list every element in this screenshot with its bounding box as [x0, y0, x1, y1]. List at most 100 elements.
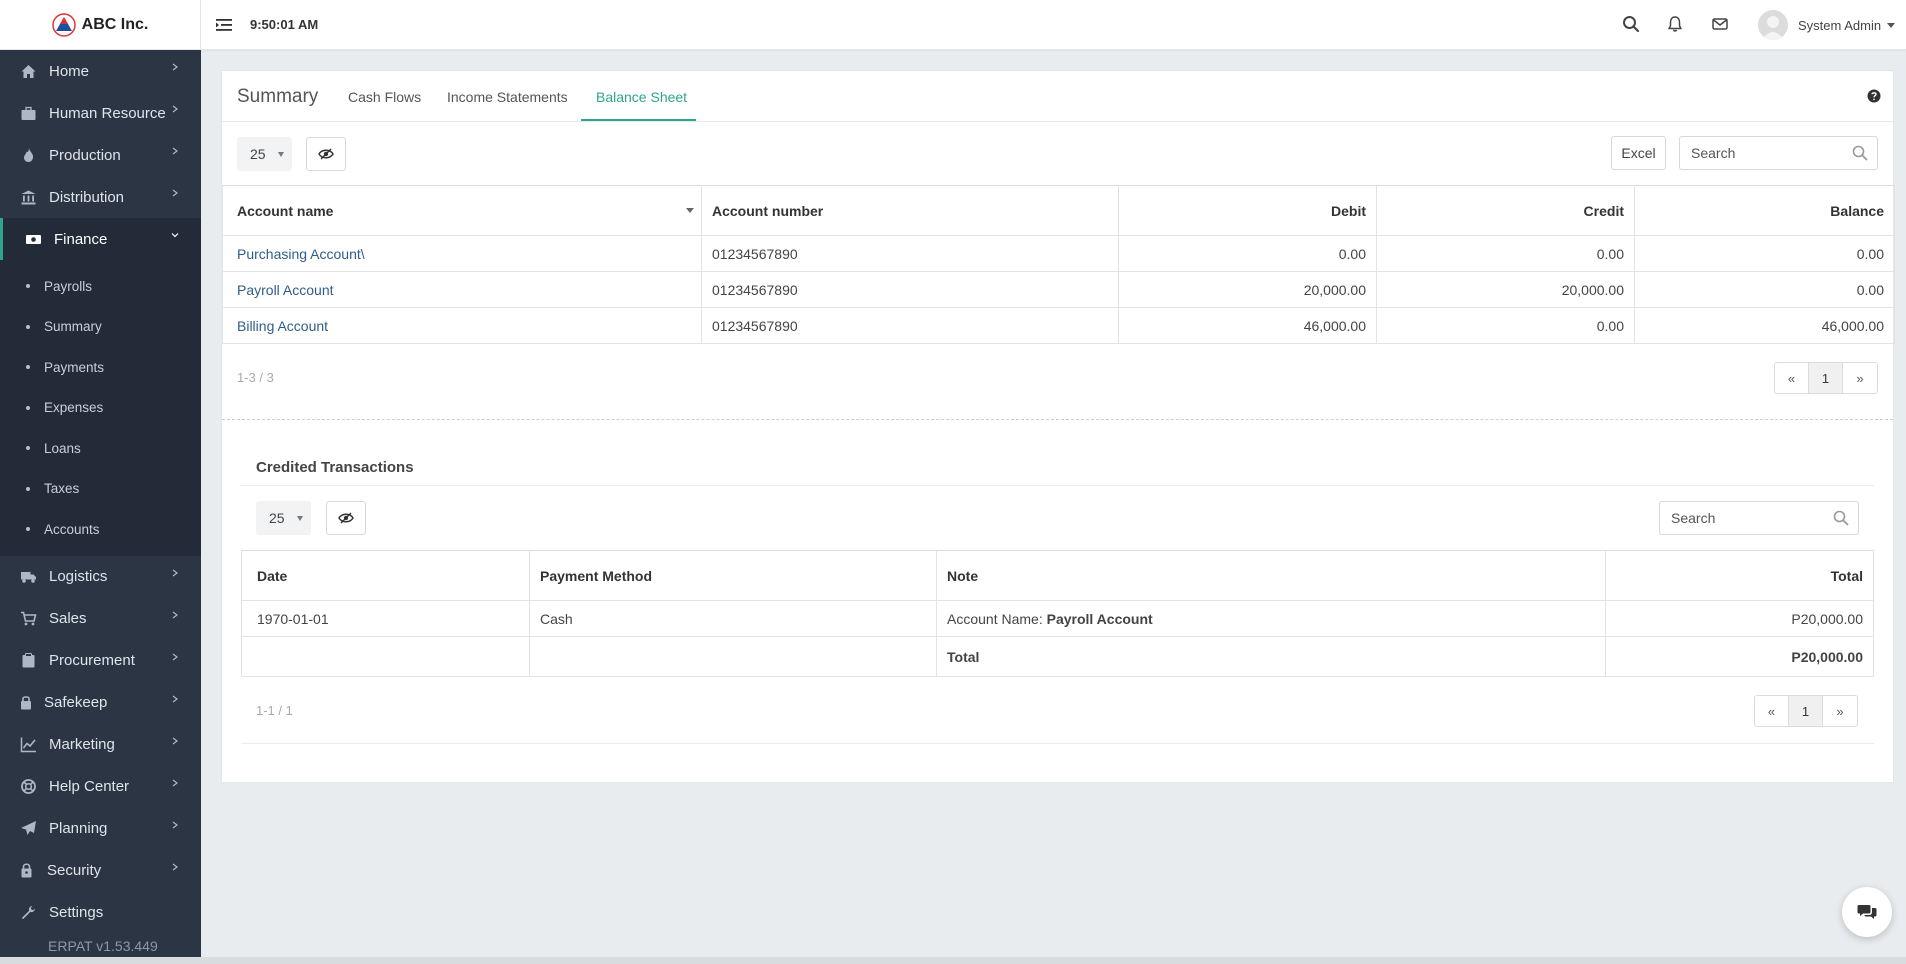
tab-bar: Summary Cash Flows Income Statements Bal… — [222, 71, 1893, 122]
sidebar-item-label: Home — [49, 62, 90, 80]
envelope-icon[interactable] — [1711, 15, 1729, 33]
active-tab-indicator — [581, 119, 696, 121]
debit-cell: 20,000.00 — [1118, 271, 1377, 308]
note-account-name: Payroll Account — [1046, 610, 1153, 627]
column-header-payment-method[interactable]: Payment Method — [529, 550, 937, 601]
column-header-note[interactable]: Note — [936, 550, 1606, 601]
excel-export-button[interactable]: Excel — [1611, 136, 1666, 170]
search-icon — [1852, 145, 1868, 161]
tab-balance-sheet[interactable]: Balance Sheet — [596, 89, 687, 105]
credit-cell: 20,000.00 — [1376, 271, 1635, 308]
chevron-right-icon — [172, 653, 178, 660]
submenu-item-accounts[interactable]: Accounts — [0, 509, 201, 550]
tab-income-statements[interactable]: Income Statements — [447, 89, 568, 105]
table-info: 1-1 / 1 — [256, 703, 293, 718]
pager-prev-button[interactable]: « — [1755, 696, 1789, 726]
submenu-item-label: Loans — [44, 440, 81, 456]
search-icon[interactable] — [1622, 15, 1640, 33]
sidebar-item-label: Sales — [49, 610, 87, 627]
sidebar-item-security[interactable]: Security — [0, 850, 201, 892]
submenu-item-expenses[interactable]: Expenses — [0, 388, 201, 429]
pager-page-button[interactable]: 1 — [1809, 363, 1843, 393]
column-header-balance[interactable]: Balance — [1634, 185, 1895, 236]
question-circle-icon[interactable] — [1867, 89, 1881, 103]
bell-icon[interactable] — [1666, 15, 1684, 33]
submenu-item-label: Expenses — [44, 400, 104, 416]
sidebar-item-finance[interactable]: Finance — [0, 218, 201, 260]
balance-search-input[interactable] — [1691, 145, 1841, 161]
sidebar-item-marketing[interactable]: Marketing — [0, 724, 201, 766]
column-header-account-number[interactable]: Account number — [701, 185, 1119, 236]
column-header-total[interactable]: Total — [1605, 550, 1874, 601]
submenu-item-payments[interactable]: Payments — [0, 347, 201, 388]
table-header-row: Date Payment Method Note Total — [241, 550, 1874, 601]
sidebar-item-distribution[interactable]: Distribution — [0, 176, 201, 218]
sidebar-item-label: Security — [47, 862, 102, 879]
user-silhouette-icon — [1762, 16, 1784, 40]
chart-line-icon — [20, 737, 36, 753]
sidebar-item-safekeep[interactable]: Safekeep — [0, 682, 201, 724]
page-length-value: 25 — [269, 510, 285, 526]
user-menu[interactable]: System Admin — [1758, 10, 1896, 40]
pager-page-button[interactable]: 1 — [1789, 696, 1823, 726]
sidebar-item-home[interactable]: Home — [0, 50, 201, 92]
column-header-account-name[interactable]: Account name — [222, 185, 702, 236]
sidebar-item-label: Finance — [54, 230, 108, 248]
sidebar-item-human-resource[interactable]: Human Resource — [0, 92, 201, 134]
column-visibility-button[interactable] — [306, 137, 346, 171]
caret-down-icon — [1887, 22, 1896, 28]
tab-cash-flows[interactable]: Cash Flows — [348, 89, 421, 105]
balance-cell: 46,000.00 — [1634, 307, 1895, 344]
footer-total-label: Total — [936, 636, 1606, 677]
page-length-value: 25 — [250, 146, 266, 162]
user-name: System Admin — [1798, 17, 1882, 33]
brand[interactable]: ABC Inc. — [0, 0, 201, 50]
sidebar-item-settings[interactable]: Settings — [0, 892, 201, 934]
sidebar-item-help-center[interactable]: Help Center — [0, 766, 201, 808]
menu-toggle-icon[interactable] — [215, 16, 233, 34]
sidebar-item-label: Production — [49, 146, 121, 164]
credited-transactions-title: Credited Transactions — [256, 459, 414, 476]
submenu-item-loans[interactable]: Loans — [0, 428, 201, 469]
app-version: ERPAT v1.53.449 — [48, 938, 158, 954]
submenu-item-summary[interactable]: Summary — [0, 307, 201, 348]
chevron-right-icon — [172, 737, 178, 744]
account-link[interactable]: Purchasing Account\ — [237, 246, 365, 262]
chat-button[interactable] — [1842, 887, 1892, 937]
page-length-select[interactable]: 25 — [237, 137, 292, 171]
total-cell: P20,000.00 — [1605, 600, 1874, 637]
chevron-right-icon — [172, 821, 178, 828]
column-visibility-button[interactable] — [326, 501, 366, 535]
sidebar-item-logistics[interactable]: Logistics — [0, 556, 201, 598]
pager-next-button[interactable]: » — [1823, 696, 1857, 726]
sidebar-item-production[interactable]: Production — [0, 134, 201, 176]
bullet-icon — [26, 405, 30, 410]
column-header-credit[interactable]: Credit — [1376, 185, 1635, 236]
submenu-item-payrolls[interactable]: Payrolls — [0, 266, 201, 307]
sidebar-item-sales[interactable]: Sales — [0, 598, 201, 640]
pager-next-button[interactable]: » — [1843, 363, 1877, 393]
debit-cell: 46,000.00 — [1118, 307, 1377, 344]
pager-prev-button[interactable]: « — [1775, 363, 1809, 393]
column-header-debit[interactable]: Debit — [1118, 185, 1377, 236]
balance-cell: 0.00 — [1634, 235, 1895, 272]
account-link[interactable]: Payroll Account — [237, 282, 334, 298]
column-header-date[interactable]: Date — [241, 550, 530, 601]
sidebar-item-planning[interactable]: Planning — [0, 808, 201, 850]
account-link[interactable]: Billing Account — [237, 318, 328, 334]
bullet-icon — [26, 527, 30, 532]
shield-lock-icon — [21, 863, 32, 878]
bullet-icon — [26, 365, 30, 370]
chat-bubbles-icon — [1857, 905, 1877, 919]
account-number-cell: 01234567890 — [701, 235, 1119, 272]
balance-sheet-table: Account name Account number Debit Credit… — [222, 185, 1895, 344]
sidebar-item-label: Distribution — [49, 188, 125, 206]
submenu-item-taxes[interactable]: Taxes — [0, 469, 201, 510]
credited-transactions-table: Date Payment Method Note Total 1970-01-0… — [241, 550, 1874, 677]
page-length-select[interactable]: 25 — [256, 501, 311, 535]
credited-search-input[interactable] — [1671, 510, 1821, 526]
empty-cell — [529, 636, 937, 677]
sidebar-item-procurement[interactable]: Procurement — [0, 640, 201, 682]
date-cell: 1970-01-01 — [241, 600, 530, 637]
flame-icon — [24, 148, 34, 162]
